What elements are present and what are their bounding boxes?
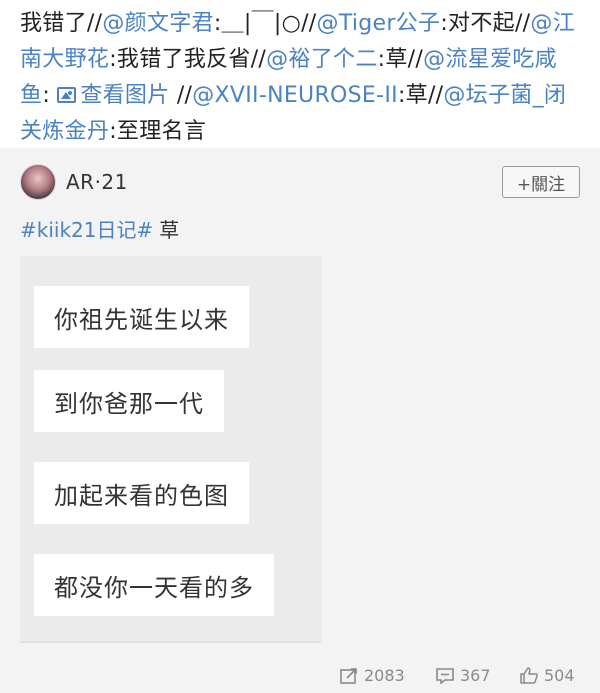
repost-button[interactable]: 2083 (340, 666, 405, 685)
post-text: 草 (159, 218, 180, 242)
chat-bubble: 都没你一天看的多 (34, 554, 274, 616)
divider (20, 641, 322, 643)
like-count: 504 (544, 666, 575, 685)
repost-comment-text: 我错了// (20, 11, 103, 36)
post-text-line: #kiik21日记# 草 (20, 214, 179, 243)
mention-link[interactable]: @XVII-NEUROSE-II (192, 83, 398, 108)
mention-link[interactable]: @颜文字君 (102, 11, 214, 36)
repost-comment-text: :草// (377, 47, 424, 72)
repost-comment-text: :对不起// (440, 11, 531, 36)
repost-comment-text: :至理名言 (109, 119, 207, 144)
repost-comment-text: // (169, 83, 193, 108)
repost-icon (340, 667, 357, 684)
repost-comment-text: :我错了我反省// (109, 47, 267, 72)
mention-link[interactable]: @裕了个二 (266, 47, 378, 72)
chat-bubble: 加起来看的色图 (34, 462, 249, 524)
mention-link[interactable]: @Tiger公子 (317, 11, 441, 36)
action-bar: 2083 367 504 (0, 666, 600, 688)
comment-count: 367 (460, 666, 491, 685)
author-name[interactable]: AR·21 (66, 170, 128, 194)
repost-comment-text: :草// (397, 83, 444, 108)
chat-bubble: 到你爸那一代 (34, 370, 224, 432)
like-button[interactable]: 504 (520, 666, 575, 685)
like-icon (520, 667, 538, 684)
comment-icon (436, 667, 454, 684)
view-image-link[interactable]: 查看图片 (80, 83, 169, 108)
chat-screenshot-image[interactable]: 你祖先诞生以来 到你爸那一代 加起来看的色图 都没你一天看的多 (20, 256, 322, 641)
repost-count: 2083 (364, 666, 405, 685)
repost-chain-text: 我错了//@颜文字君:＿|￣|○//@Tiger公子:对不起//@江南大野花:我… (0, 0, 600, 148)
chat-bubble: 你祖先诞生以来 (34, 286, 249, 348)
author-row[interactable]: AR·21 (20, 162, 128, 202)
hashtag-link[interactable]: #kiik21日记# (20, 218, 153, 242)
original-post-card[interactable]: AR·21 +關注 #kiik21日记# 草 你祖先诞生以来 到你爸那一代 加起来… (0, 148, 600, 693)
image-icon (57, 87, 77, 103)
repost-comment-text: : (42, 83, 58, 108)
repost-comment-text: :＿|￣|○// (213, 11, 317, 36)
follow-button[interactable]: +關注 (502, 166, 580, 198)
comment-button[interactable]: 367 (436, 666, 491, 685)
avatar[interactable] (20, 164, 56, 200)
